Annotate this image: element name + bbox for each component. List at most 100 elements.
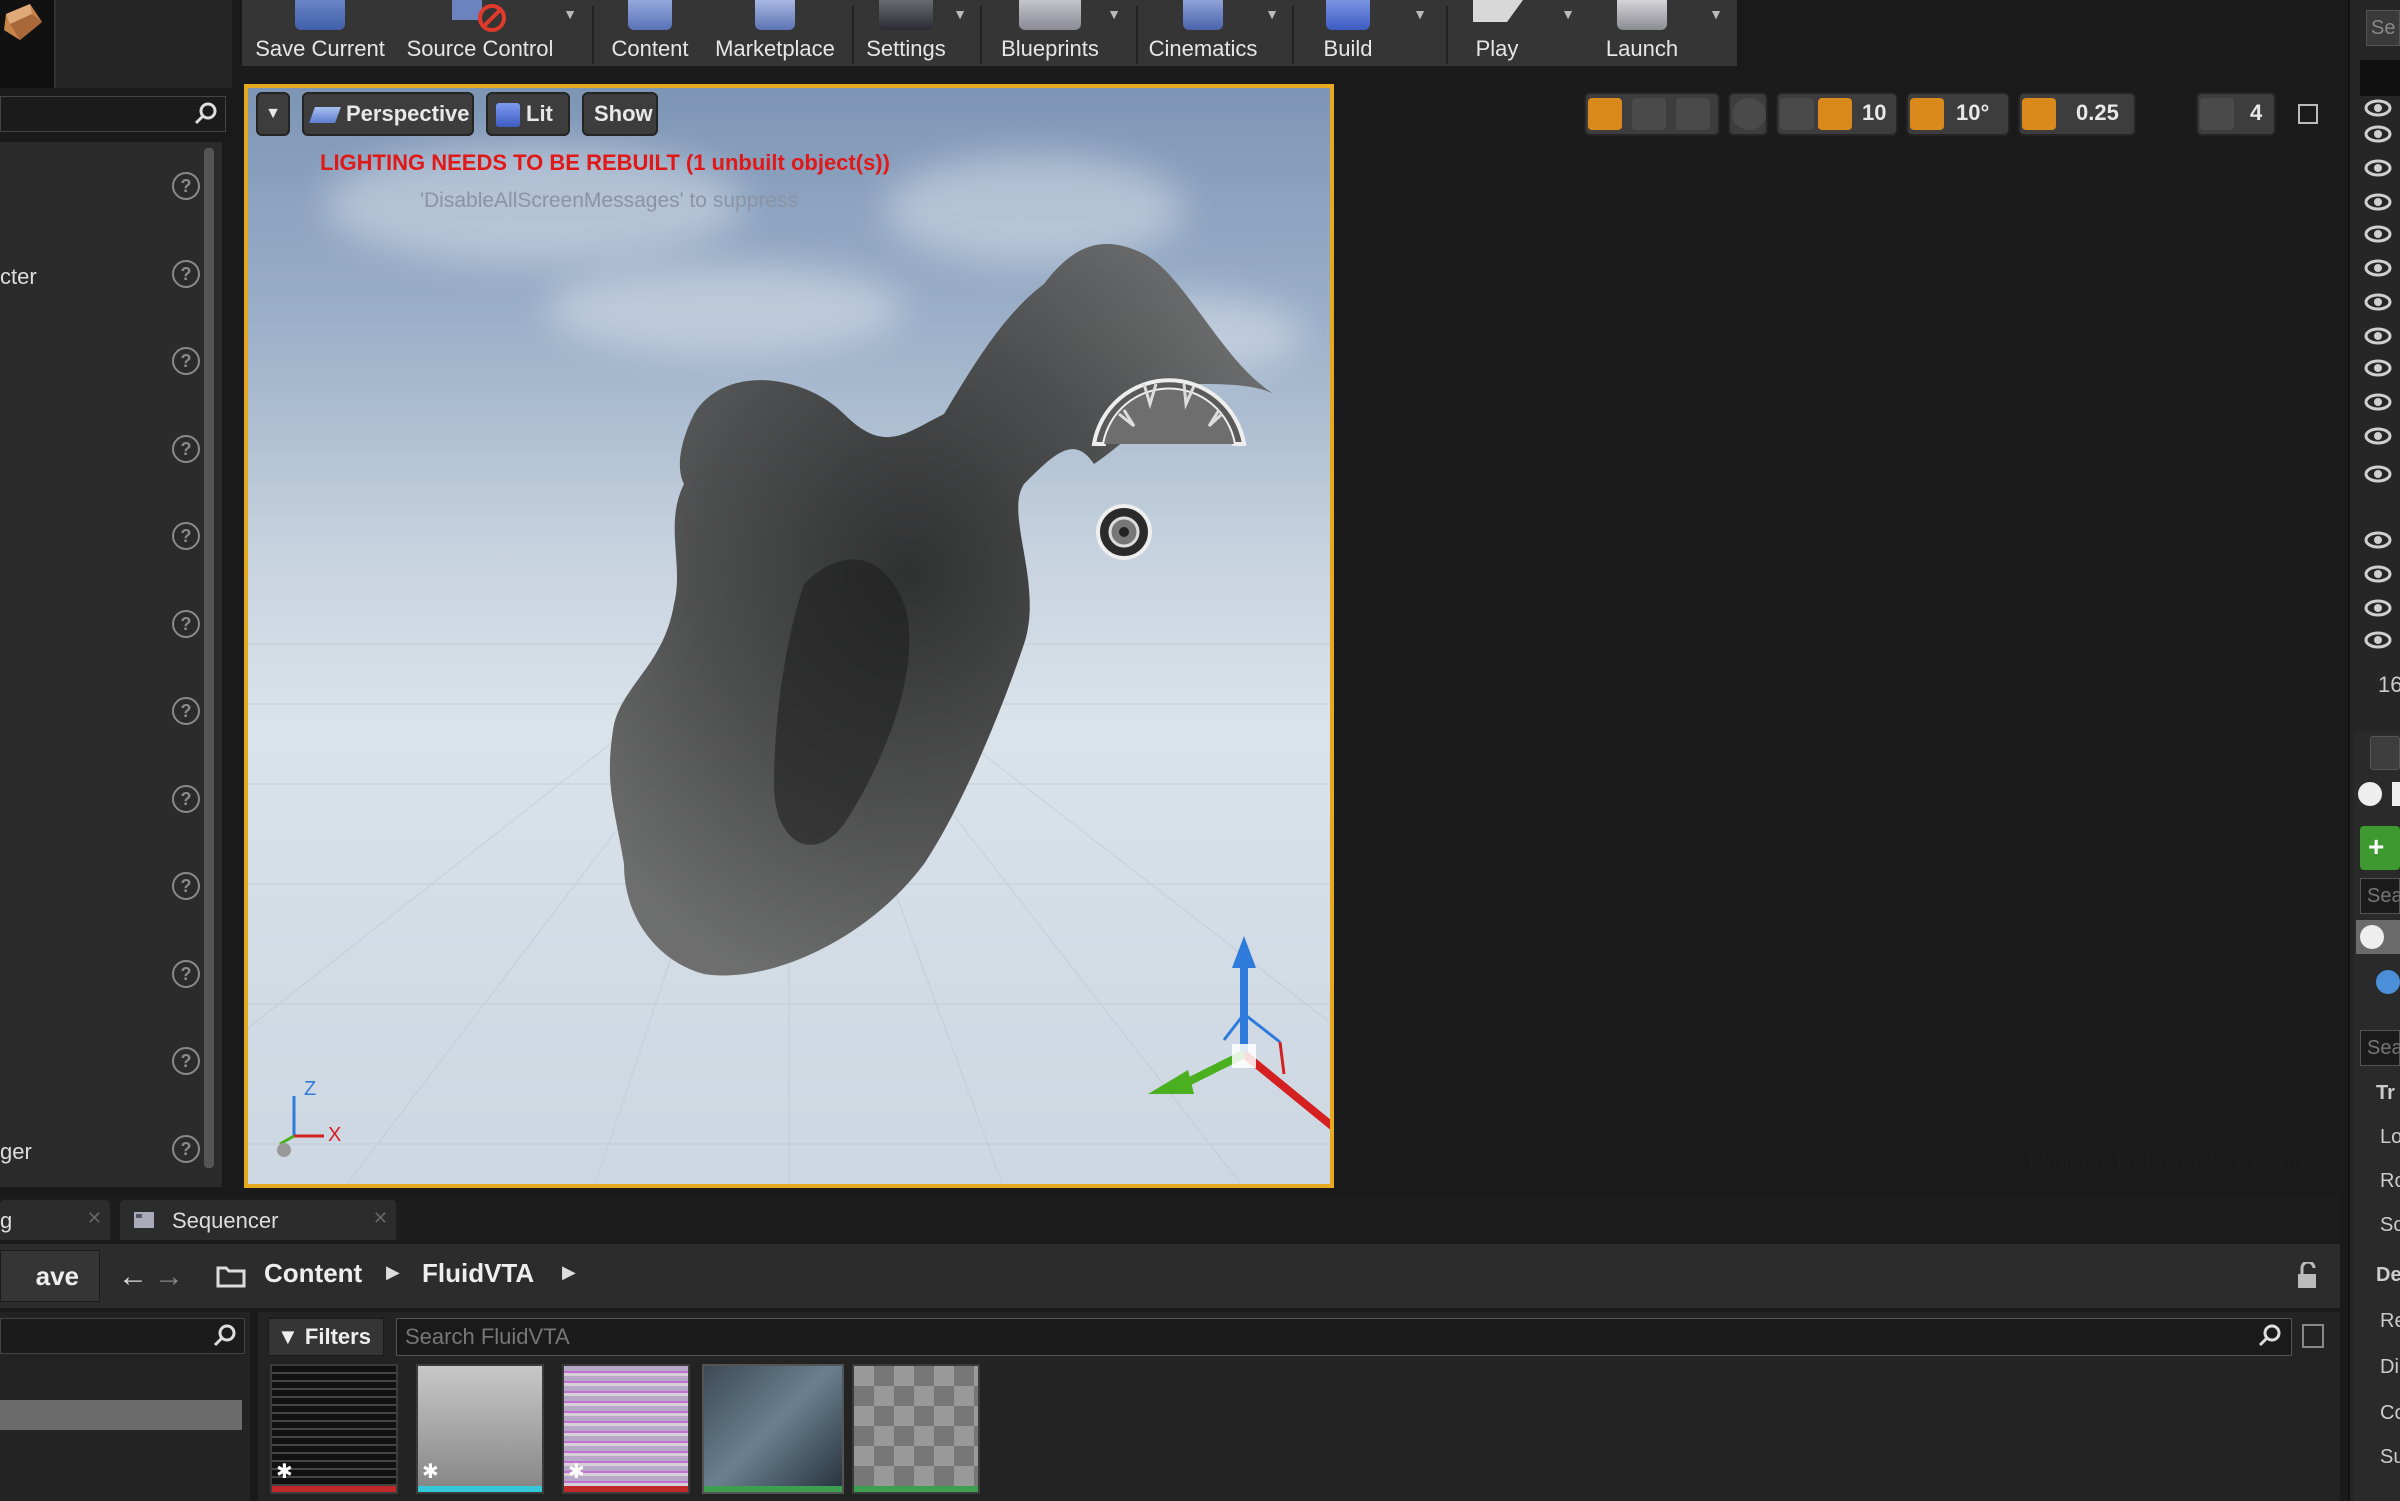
help-icon[interactable]: ?	[172, 1134, 200, 1163]
modes-list-item[interactable]: ?	[0, 781, 200, 821]
settings-button[interactable]: Settings	[856, 0, 956, 68]
breadcrumb-separator-icon[interactable]: ▶	[386, 1262, 400, 1283]
visibility-eye-icon[interactable]	[2364, 192, 2392, 212]
asset-tile[interactable]: ✱	[562, 1364, 690, 1494]
visibility-eye-icon[interactable]	[2364, 358, 2392, 378]
asset-search-field[interactable]	[396, 1318, 2292, 1356]
breadcrumb-content[interactable]: Content	[264, 1258, 362, 1289]
modes-list-item[interactable]: ?	[0, 431, 200, 471]
lock-icon[interactable]	[2294, 1262, 2320, 1290]
visibility-eye-icon[interactable]	[2364, 426, 2392, 446]
help-icon[interactable]: ?	[172, 784, 200, 813]
selected-folder-row[interactable]	[0, 1400, 242, 1430]
visibility-eye-icon[interactable]	[2364, 326, 2392, 346]
close-icon[interactable]: ✕	[87, 1208, 102, 1229]
back-arrow-icon[interactable]: ←	[118, 1260, 148, 1294]
transform-section-header[interactable]: Tr	[2376, 1082, 2400, 1105]
scale-snap-value[interactable]: 0.25	[2076, 100, 2119, 126]
modes-list-item[interactable]: ?	[0, 1043, 200, 1083]
asset-search-input[interactable]	[405, 1323, 2225, 1351]
grid-snap-value[interactable]: 10	[1862, 100, 1886, 126]
actor-name-field[interactable]	[2392, 782, 2400, 806]
scale-mode-icon[interactable]	[1676, 98, 1710, 130]
blueprints-dropdown[interactable]: ▼	[1104, 6, 1124, 26]
visibility-eye-icon[interactable]	[2364, 464, 2392, 484]
modes-tab[interactable]	[0, 0, 56, 88]
grid-snap-icon[interactable]	[1818, 98, 1852, 130]
play-dropdown[interactable]: ▼	[1558, 6, 1578, 26]
fluid-volume-mesh[interactable]	[609, 244, 1274, 976]
maximize-viewport-icon[interactable]	[2298, 104, 2318, 124]
scale-snap-icon[interactable]	[2022, 98, 2056, 130]
visibility-eye-icon[interactable]	[2364, 258, 2392, 278]
help-icon[interactable]: ?	[172, 259, 200, 288]
modes-scrollbar[interactable]	[204, 148, 214, 1168]
add-component-button[interactable]: +	[2360, 826, 2400, 870]
build-button[interactable]: Build	[1300, 0, 1396, 68]
modes-list-item[interactable]: ?	[0, 518, 200, 558]
outliner-search-input[interactable]: Se	[2366, 10, 2400, 46]
visibility-eye-icon[interactable]	[2364, 392, 2392, 412]
cinematics-button[interactable]: Cinematics	[1140, 0, 1266, 68]
level-viewport[interactable]: Z X	[244, 84, 1334, 1188]
help-icon[interactable]: ?	[172, 172, 200, 200]
asset-tile[interactable]: ✱	[416, 1364, 544, 1494]
modes-list-item[interactable]: ?	[0, 868, 200, 908]
close-icon[interactable]: ✕	[373, 1208, 388, 1229]
modes-list-item[interactable]: cter?	[0, 256, 200, 296]
viewport-options-dropdown[interactable]: ▼	[256, 92, 290, 136]
help-icon[interactable]: ?	[172, 1047, 200, 1075]
cinematics-dropdown[interactable]: ▼	[1262, 6, 1282, 26]
modes-list-item[interactable]: ?	[0, 168, 200, 208]
visibility-eye-icon[interactable]	[2364, 98, 2392, 118]
lit-button[interactable]: Lit	[486, 92, 570, 136]
modes-list-item[interactable]: ?	[0, 606, 200, 646]
tab-sequencer[interactable]: Sequencer ✕	[120, 1200, 396, 1240]
save-search-icon[interactable]	[2302, 1324, 2324, 1348]
launch-dropdown[interactable]: ▼	[1706, 6, 1726, 26]
visibility-eye-icon[interactable]	[2364, 564, 2392, 584]
translate-mode-icon[interactable]	[1588, 98, 1622, 130]
help-icon[interactable]: ?	[172, 959, 200, 988]
details-search-input[interactable]: Sea	[2360, 1030, 2400, 1066]
content-button[interactable]: Content	[600, 0, 700, 68]
settings-dropdown[interactable]: ▼	[950, 6, 970, 26]
visibility-eye-icon[interactable]	[2364, 224, 2392, 244]
modes-list-item[interactable]: ?	[0, 343, 200, 383]
surface-snapping-icon[interactable]	[1780, 98, 1814, 130]
marketplace-button[interactable]: Marketplace	[706, 0, 844, 68]
visibility-eye-icon[interactable]	[2364, 530, 2392, 550]
perspective-button[interactable]: Perspective	[302, 92, 474, 136]
blueprints-button[interactable]: Blueprints	[988, 0, 1112, 68]
forward-arrow-icon[interactable]: →	[154, 1260, 184, 1294]
save-all-button[interactable]: ave All	[0, 1250, 100, 1341]
modes-list-item[interactable]: ger?	[0, 1131, 200, 1171]
save-current-button[interactable]: Save Current	[250, 0, 390, 68]
help-icon[interactable]: ?	[172, 347, 200, 375]
help-icon[interactable]: ?	[172, 522, 200, 550]
modes-search-input[interactable]	[0, 96, 226, 132]
asset-tile[interactable]	[852, 1364, 980, 1494]
breadcrumb-separator-icon[interactable]: ▶	[562, 1262, 576, 1283]
help-icon[interactable]: ?	[172, 434, 200, 463]
visibility-eye-icon[interactable]	[2364, 158, 2392, 178]
details-section-header[interactable]: De	[2376, 1264, 2400, 1287]
visibility-eye-icon[interactable]	[2364, 598, 2392, 618]
filters-button[interactable]: ▼ Filters ▼	[268, 1318, 384, 1383]
rotation-snap-icon[interactable]	[1910, 98, 1944, 130]
rotate-mode-icon[interactable]	[1632, 98, 1666, 130]
breadcrumb-fluidvta[interactable]: FluidVTA	[422, 1258, 534, 1289]
play-button[interactable]: Play	[1450, 0, 1544, 68]
reflection-capture-gizmo[interactable]	[1096, 504, 1152, 560]
launch-button[interactable]: Launch	[1590, 0, 1694, 68]
source-control-button[interactable]: Source Control	[396, 0, 564, 68]
help-icon[interactable]: ?	[172, 697, 200, 725]
modes-list-item[interactable]: ?	[0, 693, 200, 733]
show-button[interactable]: Show	[582, 92, 658, 136]
camera-speed-group[interactable]: 4	[2196, 92, 2276, 136]
visibility-eye-icon[interactable]	[2364, 292, 2392, 312]
sources-search-input[interactable]	[0, 1318, 245, 1354]
component-search-input[interactable]: Sea	[2360, 878, 2400, 914]
selected-component-row[interactable]	[2356, 920, 2400, 954]
details-tab-icon[interactable]	[2370, 736, 2400, 770]
